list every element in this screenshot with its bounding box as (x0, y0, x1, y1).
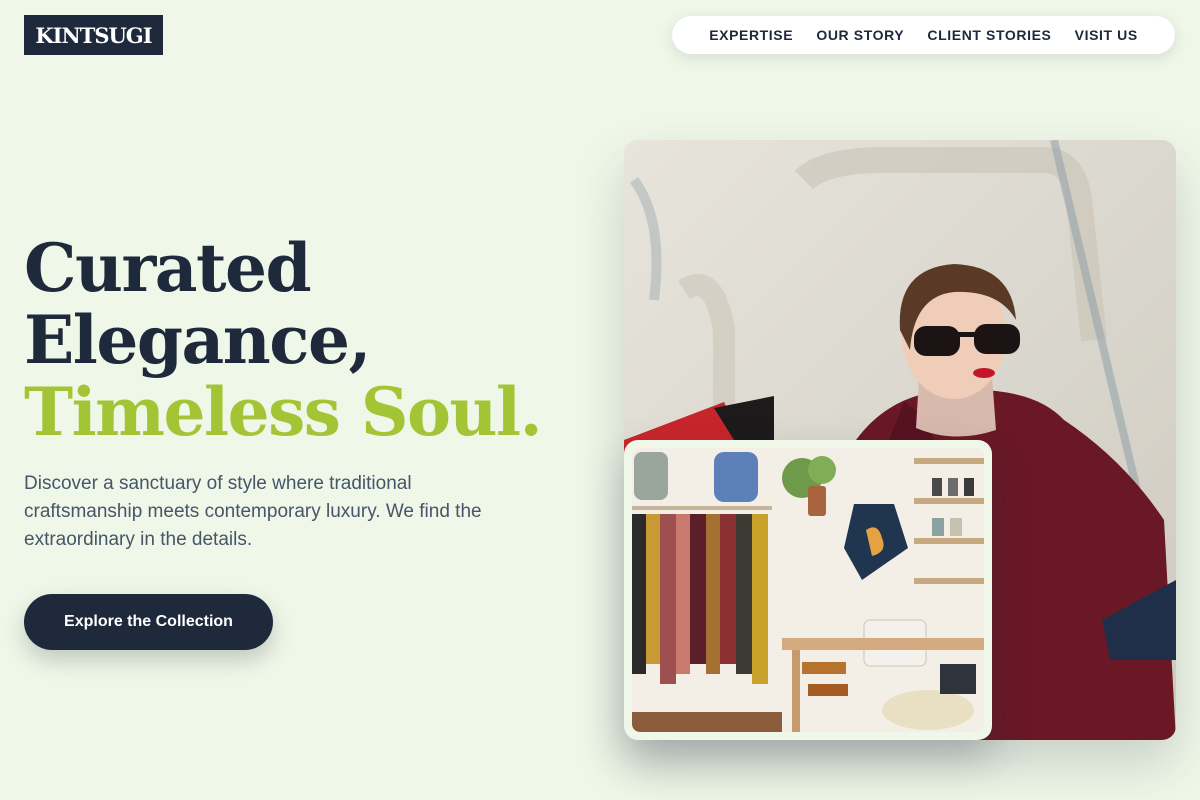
hero-headline: Curated Elegance, Timeless Soul. (24, 229, 543, 451)
hero-subtext: Discover a sanctuary of style where trad… (24, 473, 482, 550)
boutique-photo-frame (632, 448, 984, 732)
nav-item-visit-us[interactable]: VISIT US (1075, 27, 1138, 43)
explore-collection-button[interactable]: Explore the Collection (24, 594, 273, 650)
headline-line-2: Elegance, (24, 301, 371, 379)
headline-line-3-accent: Timeless Soul. (24, 373, 543, 451)
nav-item-expertise[interactable]: EXPERTISE (709, 27, 793, 43)
boutique-interior-photo (624, 440, 992, 740)
headline-line-1: Curated (24, 229, 312, 307)
main-nav: EXPERTISE OUR STORY CLIENT STORIES VISIT… (672, 16, 1175, 54)
nav-item-our-story[interactable]: OUR STORY (816, 27, 904, 43)
brand-logo[interactable]: KINTSUGI (24, 15, 163, 55)
nav-item-client-stories[interactable]: CLIENT STORIES (927, 27, 1051, 43)
